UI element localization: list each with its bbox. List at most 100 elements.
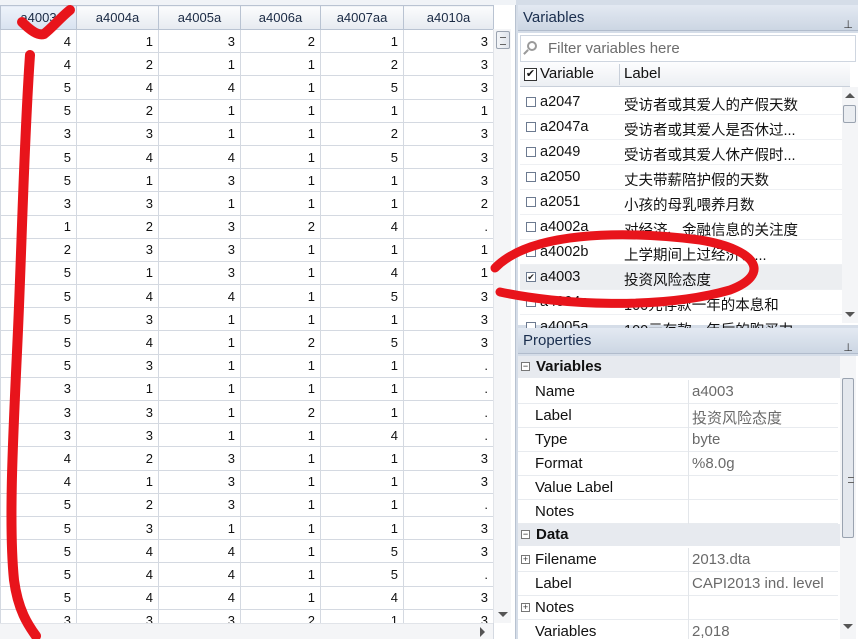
grid-cell[interactable]: 1 bbox=[320, 98, 404, 123]
grid-cell[interactable]: 1 bbox=[320, 353, 404, 378]
grid-cell[interactable]: 2 bbox=[76, 98, 159, 123]
grid-cell[interactable]: 1 bbox=[158, 52, 241, 77]
grid-cell[interactable]: 4 bbox=[158, 585, 241, 610]
grid-cell[interactable]: 5 bbox=[0, 330, 77, 355]
grid-cell[interactable]: 1 bbox=[158, 121, 241, 146]
grid-cell[interactable]: 1 bbox=[320, 191, 404, 216]
grid-cell[interactable]: 3 bbox=[158, 168, 241, 193]
property-row[interactable]: Format %8.0g bbox=[518, 452, 838, 476]
variable-row[interactable]: a2051 小孩的母乳喂养月数 bbox=[520, 190, 850, 215]
variable-row[interactable]: a4002a 对经济、金融信息的关注度 bbox=[520, 215, 850, 240]
grid-cell[interactable]: 1 bbox=[240, 562, 321, 587]
grid-cell[interactable]: 4 bbox=[320, 260, 404, 286]
grid-cell[interactable]: . bbox=[403, 214, 494, 239]
grid-cell[interactable]: 4 bbox=[0, 52, 77, 77]
grid-cell[interactable]: 1 bbox=[240, 469, 321, 494]
grid-vertical-scrollbar[interactable] bbox=[493, 29, 511, 623]
grid-cell[interactable]: 3 bbox=[403, 539, 494, 564]
grid-cell[interactable]: 4 bbox=[76, 330, 159, 355]
grid-cell[interactable]: 1 bbox=[320, 492, 404, 517]
grid-cell[interactable]: 1 bbox=[320, 515, 404, 541]
grid-cell[interactable]: 1 bbox=[240, 376, 321, 402]
grid-cell[interactable]: 3 bbox=[76, 353, 159, 378]
property-value[interactable]: 投资风险态度 bbox=[692, 407, 842, 428]
property-row[interactable]: Label 投资风险态度 bbox=[518, 404, 838, 428]
expand-icon[interactable]: + bbox=[521, 555, 530, 564]
grid-cell[interactable]: 1 bbox=[158, 307, 241, 332]
checkbox-icon[interactable] bbox=[526, 222, 536, 232]
grid-cell[interactable]: 1 bbox=[320, 376, 404, 402]
collapse-icon[interactable]: − bbox=[521, 530, 530, 539]
grid-cell[interactable]: 1 bbox=[76, 469, 159, 494]
grid-cell[interactable]: 4 bbox=[76, 562, 159, 587]
grid-cell[interactable]: 1 bbox=[240, 539, 321, 564]
scroll-up-arrow-icon[interactable] bbox=[845, 93, 855, 98]
grid-cell[interactable]: 4 bbox=[76, 284, 159, 309]
grid-cell[interactable]: 5 bbox=[0, 539, 77, 564]
grid-cell[interactable]: 1 bbox=[240, 260, 321, 286]
category-data[interactable]: − Data bbox=[518, 524, 842, 546]
grid-cell[interactable]: 4 bbox=[158, 144, 241, 170]
grid-cell[interactable]: 2 bbox=[0, 237, 77, 262]
grid-cell[interactable]: 3 bbox=[158, 492, 241, 517]
grid-cell[interactable]: 3 bbox=[76, 423, 159, 448]
column-header-a4010a[interactable]: a4010a bbox=[403, 5, 494, 30]
grid-cell[interactable]: 5 bbox=[0, 585, 77, 610]
grid-cell[interactable]: 1 bbox=[240, 353, 321, 378]
grid-cell[interactable]: 5 bbox=[0, 168, 77, 193]
grid-cell[interactable]: 3 bbox=[158, 469, 241, 494]
property-value[interactable]: byte bbox=[692, 431, 842, 448]
grid-cell[interactable]: 5 bbox=[0, 562, 77, 587]
grid-cell[interactable]: 2 bbox=[76, 214, 159, 239]
grid-cell[interactable]: 3 bbox=[0, 121, 77, 146]
column-header-a4006a[interactable]: a4006a bbox=[240, 5, 321, 30]
grid-cell[interactable]: 1 bbox=[158, 376, 241, 402]
column-variable-header[interactable]: Variable bbox=[540, 65, 594, 82]
variables-scroll-thumb[interactable] bbox=[843, 105, 856, 123]
grid-cell[interactable]: 3 bbox=[158, 260, 241, 286]
grid-cell[interactable]: 1 bbox=[240, 492, 321, 517]
grid-cell[interactable]: 1 bbox=[320, 28, 404, 54]
property-value[interactable]: 2013.dta bbox=[692, 551, 842, 568]
grid-cell[interactable]: 2 bbox=[240, 28, 321, 54]
grid-cell[interactable]: 1 bbox=[320, 469, 404, 494]
property-row[interactable]: Notes bbox=[518, 500, 838, 524]
grid-cell[interactable]: 1 bbox=[158, 353, 241, 378]
grid-cell[interactable]: 4 bbox=[320, 585, 404, 610]
grid-cell[interactable]: 4 bbox=[76, 144, 159, 170]
grid-cell[interactable]: 1 bbox=[158, 191, 241, 216]
checkbox-icon[interactable] bbox=[526, 197, 536, 207]
grid-cell[interactable]: 1 bbox=[240, 284, 321, 309]
variable-row[interactable]: ✔ a4003 投资风险态度 bbox=[520, 265, 850, 290]
grid-cell[interactable]: 3 bbox=[0, 423, 77, 448]
grid-cell[interactable]: 5 bbox=[0, 492, 77, 517]
grid-cell[interactable]: 5 bbox=[320, 284, 404, 309]
grid-cell[interactable]: 5 bbox=[320, 539, 404, 564]
grid-cell[interactable]: 2 bbox=[240, 330, 321, 355]
grid-cell[interactable]: 1 bbox=[240, 121, 321, 146]
grid-cell[interactable]: 4 bbox=[158, 75, 241, 100]
grid-cell[interactable]: 1 bbox=[76, 260, 159, 286]
grid-cell[interactable]: 1 bbox=[320, 307, 404, 332]
grid-cell[interactable]: 3 bbox=[76, 191, 159, 216]
grid-cell[interactable]: . bbox=[403, 562, 494, 587]
grid-cell[interactable]: 3 bbox=[158, 237, 241, 262]
grid-cell[interactable]: 5 bbox=[0, 75, 77, 100]
scroll-down-arrow-icon[interactable] bbox=[498, 612, 508, 617]
grid-cell[interactable]: 3 bbox=[403, 585, 494, 610]
grid-cell[interactable]: 5 bbox=[0, 98, 77, 123]
grid-cell[interactable]: 4 bbox=[158, 284, 241, 309]
grid-cell[interactable]: 2 bbox=[320, 121, 404, 146]
grid-cell[interactable]: 5 bbox=[0, 284, 77, 309]
grid-cell[interactable]: 1 bbox=[403, 237, 494, 262]
grid-cell[interactable]: . bbox=[403, 353, 494, 378]
grid-cell[interactable]: 5 bbox=[320, 562, 404, 587]
collapse-icon[interactable]: − bbox=[521, 362, 530, 371]
grid-cell[interactable]: 4 bbox=[76, 539, 159, 564]
grid-cell[interactable]: 1 bbox=[240, 144, 321, 170]
checkbox-icon[interactable] bbox=[526, 122, 536, 132]
grid-cell[interactable]: 3 bbox=[403, 515, 494, 541]
grid-cell[interactable]: . bbox=[403, 492, 494, 517]
grid-cell[interactable]: 1 bbox=[240, 585, 321, 610]
scroll-down-arrow-icon[interactable] bbox=[843, 624, 853, 629]
